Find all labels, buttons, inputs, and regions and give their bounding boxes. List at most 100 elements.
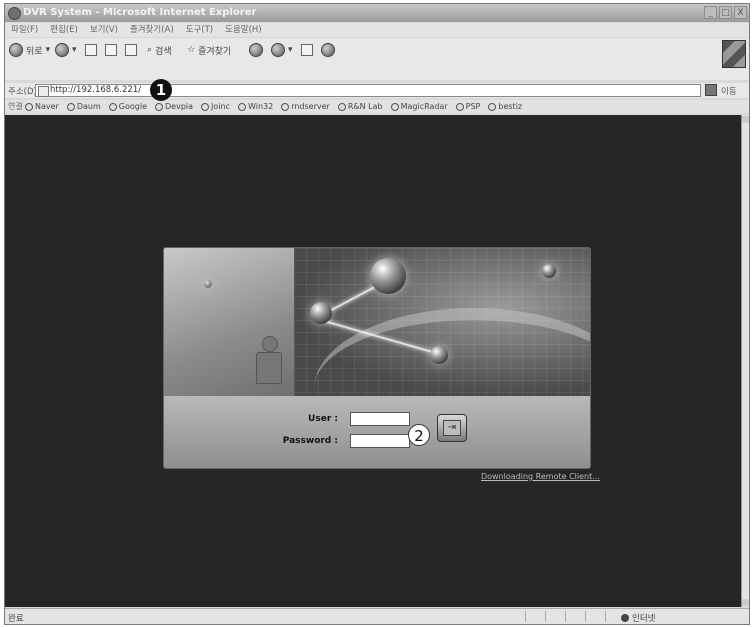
link-daum[interactable]: Daum	[66, 100, 101, 113]
ie-page-icon	[337, 102, 346, 111]
history-button[interactable]	[249, 42, 263, 58]
ie-page-icon	[201, 102, 210, 111]
address-input[interactable]: http://192.168.6.221/	[35, 84, 701, 97]
chevron-down-icon: ▾	[288, 45, 293, 55]
step-marker-1: 1	[150, 79, 172, 101]
link-rnd-lab[interactable]: R&N Lab	[337, 100, 383, 113]
link-google[interactable]: Google	[108, 100, 147, 113]
link-naver[interactable]: Naver	[25, 100, 59, 113]
search-button[interactable]: ⌕ 검색	[147, 42, 172, 58]
ie-page-icon	[455, 102, 464, 111]
mail-icon	[271, 43, 285, 57]
forward-arrow-icon	[55, 43, 69, 57]
link-devpia[interactable]: Devpia	[155, 100, 193, 113]
zone-label: 인터넷	[632, 614, 656, 624]
user-silhouette-icon	[256, 336, 282, 384]
network-orb	[430, 346, 448, 364]
link-rndserver[interactable]: rndserver	[281, 100, 330, 113]
status-bar: 완료 인터넷	[5, 608, 749, 624]
home-button[interactable]	[125, 42, 137, 58]
window-title: DVR System - Microsoft Internet Explorer	[23, 7, 257, 18]
stop-icon	[85, 44, 97, 56]
favorites-button[interactable]: ☆ 즐겨찾기	[187, 42, 231, 58]
ie-page-icon	[108, 102, 117, 111]
mail-button[interactable]: ▾	[271, 42, 293, 58]
status-text: 완료	[8, 614, 24, 624]
login-panel: User : Password : ⇥ 2	[163, 247, 591, 469]
ie-page-icon	[155, 102, 163, 111]
ie-page-icon	[25, 102, 33, 111]
link-psp[interactable]: PSP	[455, 100, 480, 113]
back-label: 뒤로	[26, 46, 43, 57]
go-icon[interactable]	[705, 84, 717, 96]
link-joinc[interactable]: Joinc	[201, 100, 230, 113]
links-label: 연결	[8, 102, 23, 111]
refresh-button[interactable]	[105, 42, 117, 58]
scroll-up-icon[interactable]	[742, 116, 749, 123]
ie-page-icon	[66, 102, 75, 111]
user-label: User :	[308, 414, 338, 424]
toolbar: 뒤로 ▾ ▾ ⌕ 검색 ☆ 즐겨찾기 ▾	[5, 38, 749, 80]
browser-window: DVR System - Microsoft Internet Explorer…	[4, 3, 750, 625]
page-content: User : Password : ⇥ 2 Downloading Remote…	[5, 115, 741, 607]
network-orb	[310, 302, 332, 324]
go-button[interactable]: 이동	[721, 85, 737, 97]
login-form: User : Password : ⇥ 2	[164, 396, 590, 468]
forward-button[interactable]: ▾	[55, 42, 77, 58]
user-input[interactable]	[350, 412, 410, 426]
globe-icon	[621, 614, 629, 622]
links-bar: 연결 Naver Daum Google Devpia Joinc Win32 …	[5, 100, 749, 113]
page-icon	[38, 86, 49, 97]
login-banner	[164, 248, 590, 396]
vertical-scrollbar[interactable]	[741, 115, 749, 607]
address-label: 주소(D)	[8, 87, 37, 97]
download-remote-client-link[interactable]: Downloading Remote Client...	[481, 472, 600, 481]
search-icon: ⌕	[147, 45, 153, 55]
back-arrow-icon	[9, 43, 23, 57]
history-icon	[249, 43, 263, 57]
print-button[interactable]	[301, 42, 313, 58]
ie-page-icon	[488, 102, 497, 111]
ie-icon	[8, 7, 21, 20]
messenger-button[interactable]	[321, 42, 335, 58]
login-arrow-icon: ⇥	[443, 420, 461, 436]
link-magicradar[interactable]: MagicRadar	[390, 100, 448, 113]
maximize-button[interactable]: □	[719, 6, 732, 19]
search-label: 검색	[155, 46, 172, 57]
close-button[interactable]: X	[734, 6, 747, 19]
ie-page-icon	[237, 102, 246, 111]
refresh-icon	[105, 44, 117, 56]
stop-button[interactable]	[85, 42, 97, 58]
menu-view[interactable]: 보기(V)	[90, 23, 118, 37]
minimize-button[interactable]: _	[704, 6, 717, 19]
link-win32[interactable]: Win32	[237, 100, 273, 113]
home-icon	[125, 44, 137, 56]
window-controls: _ □ X	[704, 6, 747, 19]
menu-tools[interactable]: 도구(T)	[186, 23, 213, 37]
star-icon: ☆	[187, 45, 196, 55]
login-button[interactable]: ⇥	[437, 414, 467, 442]
address-url: http://192.168.6.221/	[50, 85, 142, 95]
menu-favorites[interactable]: 즐겨찾기(A)	[130, 23, 174, 37]
menu-edit[interactable]: 편집(E)	[50, 23, 78, 37]
link-bestiz[interactable]: bestiz	[488, 100, 522, 113]
security-zone: 인터넷	[621, 612, 655, 624]
password-label: Password :	[282, 436, 338, 446]
step-marker-2: 2	[408, 424, 430, 446]
menu-file[interactable]: 파일(F)	[11, 23, 38, 37]
back-button[interactable]: 뒤로 ▾	[9, 42, 50, 58]
ie-page-icon	[281, 102, 290, 111]
network-orb	[370, 258, 406, 294]
windows-logo	[722, 40, 746, 68]
title-bar: DVR System - Microsoft Internet Explorer…	[5, 4, 749, 22]
scroll-down-icon[interactable]	[742, 599, 749, 606]
chevron-down-icon: ▾	[45, 45, 51, 55]
messenger-icon	[321, 43, 335, 57]
ie-page-icon	[390, 102, 399, 111]
print-icon	[301, 44, 313, 56]
address-bar: 주소(D) http://192.168.6.221/ 이동	[5, 83, 749, 98]
menu-help[interactable]: 도움말(H)	[225, 23, 261, 37]
favorites-label: 즐겨찾기	[198, 46, 232, 57]
chevron-down-icon: ▾	[72, 45, 77, 55]
password-input[interactable]	[350, 434, 410, 448]
